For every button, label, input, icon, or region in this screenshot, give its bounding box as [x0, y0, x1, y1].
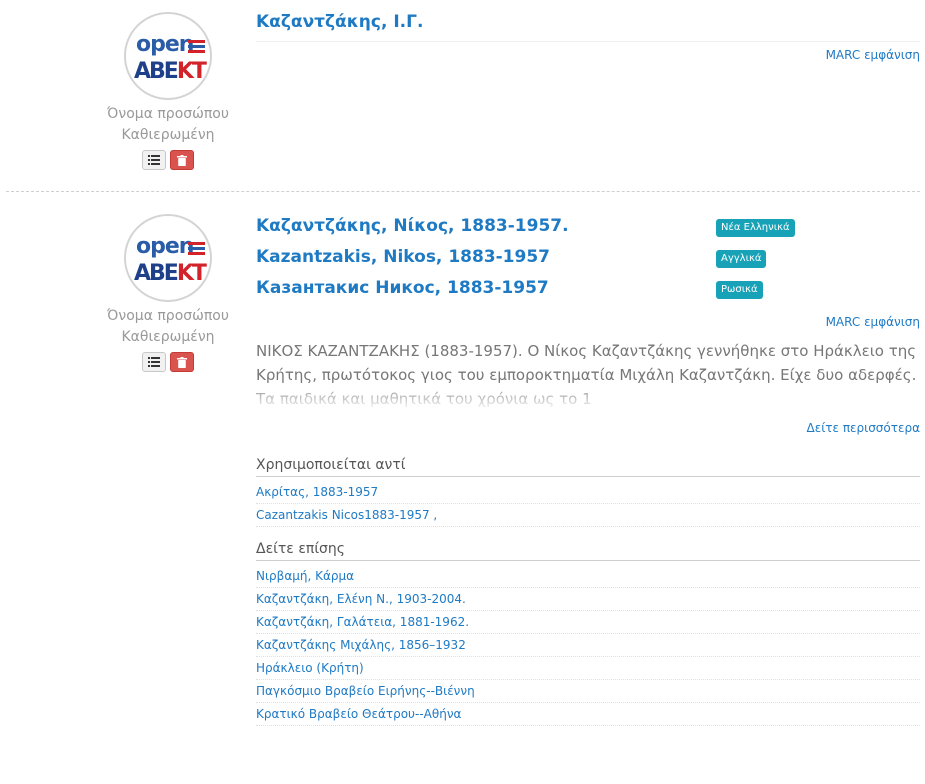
record-type-label: Όνομα προσώπου: [107, 308, 229, 324]
biography-text: ΝΙΚΟΣ ΚΑΖΑΝΤΖΑΚΗΣ (1883-1957). Ο Νίκος Κ…: [256, 339, 920, 411]
see-also-item[interactable]: Καζαντζάκη, Γαλάτεια, 1881-1962.: [256, 611, 920, 634]
list-icon: [148, 357, 160, 367]
see-also-item[interactable]: Ηράκλειο (Κρήτη): [256, 657, 920, 680]
authority-record-1: open ABEKT Όνομα προσώπου Καθιερωμένη Κα…: [0, 0, 925, 190]
heading-row-russian: Казантакис Никос, 1883-1957 Ρωσικά: [256, 274, 920, 305]
used-for-item[interactable]: Ακρίτας, 1883-1957: [256, 481, 920, 504]
marc-view-link[interactable]: MARC εμφάνιση: [256, 315, 920, 329]
trash-icon: [177, 356, 187, 368]
logo-stripes: [188, 242, 205, 257]
delete-button[interactable]: [170, 150, 194, 170]
see-also-item[interactable]: Καζαντζάκη, Ελένη Ν., 1903-2004.: [256, 588, 920, 611]
see-also-item[interactable]: Νιρβαμή, Κάρμα: [256, 565, 920, 588]
list-view-button[interactable]: [142, 150, 166, 170]
authority-record-2: open ABEKT Όνομα προσώπου Καθιερωμένη Κα…: [0, 198, 925, 784]
openabekt-logo: open ABEKT: [124, 214, 212, 302]
heading-link-russian[interactable]: Казантакис Никос, 1883-1957: [256, 278, 549, 298]
see-more-link[interactable]: Δείτε περισσότερα: [256, 421, 920, 435]
record-type-label: Όνομα προσώπου: [107, 106, 229, 122]
openabekt-logo: open ABEKT: [124, 12, 212, 100]
used-for-item[interactable]: Cazantzakis Nicos1883-1957 ,: [256, 504, 920, 527]
heading-row-english: Kazantzakis, Nikos, 1883-1957 Αγγλικά: [256, 243, 920, 274]
delete-button[interactable]: [170, 352, 194, 372]
record-sidebar: open ABEKT Όνομα προσώπου Καθιερωμένη: [86, 214, 250, 372]
list-icon: [148, 155, 160, 165]
see-also-item[interactable]: Καζαντζάκης Μιχάλης, 1856–1932: [256, 634, 920, 657]
see-also-list: Νιρβαμή, Κάρμα Καζαντζάκη, Ελένη Ν., 190…: [256, 565, 920, 726]
record-separator: [6, 191, 920, 192]
heading-link-greek[interactable]: Καζαντζάκης, Νίκος, 1883-1957.: [256, 216, 569, 236]
logo-stripes: [188, 40, 205, 55]
record-status-label: Καθιερωμένη: [121, 329, 215, 345]
record-heading-link[interactable]: Καζαντζάκης, Ι.Γ.: [256, 12, 423, 32]
list-view-button[interactable]: [142, 352, 166, 372]
used-for-list: Ακρίτας, 1883-1957 Cazantzakis Nicos1883…: [256, 481, 920, 527]
language-badge-greek: Νέα Ελληνικά: [716, 219, 795, 237]
marc-view-link[interactable]: MARC εμφάνιση: [256, 48, 920, 62]
language-badge-english: Αγγλικά: [716, 250, 767, 268]
see-also-item[interactable]: Κρατικό Βραβείο Θεάτρου--Αθήνα: [256, 703, 920, 726]
heading-link-english[interactable]: Kazantzakis, Nikos, 1883-1957: [256, 247, 550, 267]
record-sidebar: open ABEKT Όνομα προσώπου Καθιερωμένη: [86, 12, 250, 170]
see-also-title: Δείτε επίσης: [256, 541, 920, 561]
trash-icon: [177, 154, 187, 166]
heading-row-greek: Καζαντζάκης, Νίκος, 1883-1957. Νέα Ελλην…: [256, 212, 920, 243]
see-also-item[interactable]: Παγκόσμιο Βραβείο Ειρήνης--Βιέννη: [256, 680, 920, 703]
language-badge-russian: Ρωσικά: [716, 281, 763, 299]
used-for-title: Χρησιμοποιείται αντί: [256, 457, 920, 477]
record-status-label: Καθιερωμένη: [121, 127, 215, 143]
